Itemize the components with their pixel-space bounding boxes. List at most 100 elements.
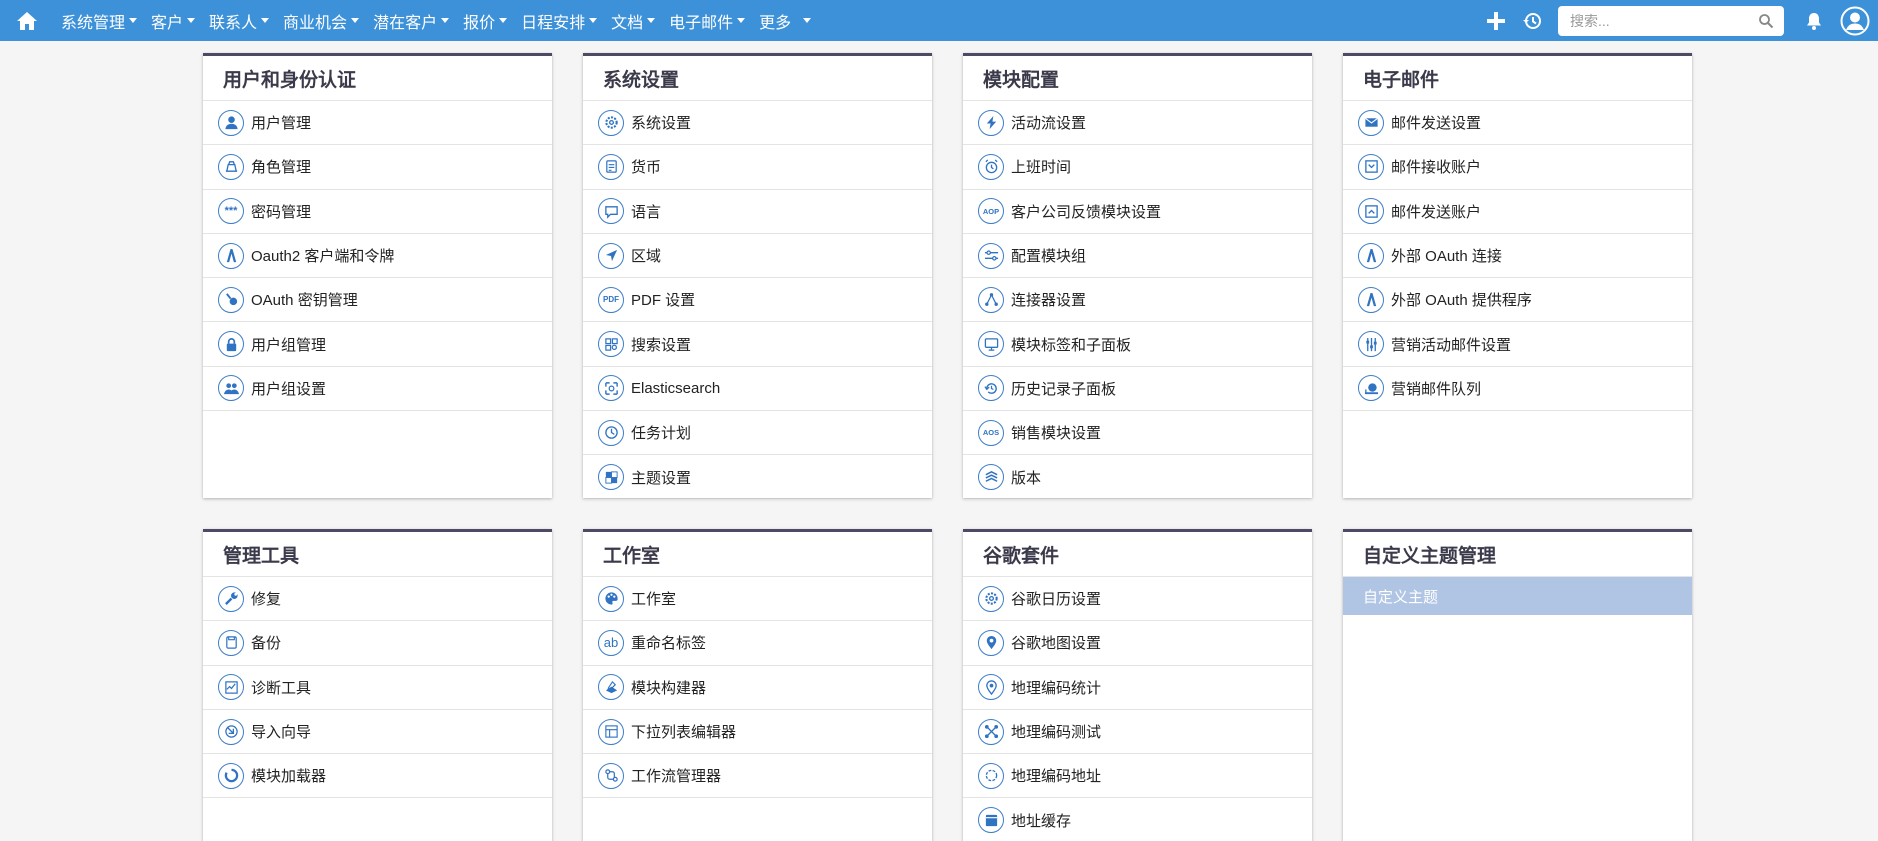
link-import-wizard[interactable]: 导入向导 <box>203 710 552 755</box>
nav-menu-more[interactable]: 更多 <box>752 0 818 41</box>
link-label: 历史记录子面板 <box>1011 380 1117 398</box>
link-languages[interactable]: 语言 <box>583 190 932 234</box>
link-business-hours[interactable]: 上班时间 <box>963 145 1312 190</box>
link-label: 货币 <box>631 159 662 177</box>
user-icon <box>218 109 244 136</box>
link-label: 地理编码地址 <box>1011 768 1102 786</box>
link-google-maps-settings[interactable]: 谷歌地图设置 <box>963 621 1312 666</box>
link-history-subpanel[interactable]: 历史记录子面板 <box>963 367 1312 412</box>
link-outbound-email[interactable]: 邮件发送账户 <box>1343 190 1692 234</box>
nav-menu-label: 客户 <box>151 14 184 32</box>
link-aos-settings[interactable]: AOS 销售模块设置 <box>963 411 1312 456</box>
link-security-group-management[interactable]: 用户组管理 <box>203 322 552 367</box>
nav-menu-emails[interactable]: 电子邮件 <box>662 0 752 41</box>
link-label: PDF 设置 <box>631 292 696 310</box>
link-security-group-settings[interactable]: 用户组设置 <box>203 367 552 412</box>
link-password-management[interactable]: *** 密码管理 <box>203 190 552 234</box>
user-profile-button[interactable] <box>1832 0 1878 41</box>
top-navigation-bar: 系统管理 客户 联系人 商业机会 潜在客户 报价 日程安排 文档 电子邮件 更多 <box>0 0 1878 41</box>
link-google-calendar-settings[interactable]: 谷歌日历设置 <box>963 577 1312 622</box>
link-backups[interactable]: 备份 <box>203 621 552 666</box>
nav-menu-accounts[interactable]: 客户 <box>144 0 202 41</box>
link-email-settings[interactable]: 邮件发送设置 <box>1343 101 1692 146</box>
search-icon[interactable] <box>1758 13 1774 29</box>
panel-system-settings: 系统设置 系统设置 货币 语言 区域 PDF PDF 设置 搜索设置 Elast… <box>583 53 932 500</box>
envelope-icon <box>1358 109 1384 136</box>
link-geocoding-stats[interactable]: 地理编码统计 <box>963 666 1312 710</box>
history-clock-icon <box>1523 12 1541 29</box>
link-module-tabs-subpanels[interactable]: 模块标签和子面板 <box>963 322 1312 367</box>
link-campaign-email-settings[interactable]: 营销活动邮件设置 <box>1343 322 1692 367</box>
link-label: 客户公司反馈模块设置 <box>1011 203 1162 221</box>
link-role-management[interactable]: 角色管理 <box>203 145 552 190</box>
link-label: 外部 OAuth 提供程序 <box>1391 292 1532 310</box>
link-module-builder[interactable]: 模块构建器 <box>583 666 932 710</box>
wrench-icon <box>218 585 244 612</box>
nav-menu-leads[interactable]: 潜在客户 <box>366 0 456 41</box>
link-workflow-manager[interactable]: 工作流管理器 <box>583 754 932 799</box>
link-label: Elasticsearch <box>631 379 721 397</box>
caret-down-icon <box>261 18 270 23</box>
link-scheduler[interactable]: 任务计划 <box>583 411 932 456</box>
link-diagnostic-tool[interactable]: 诊断工具 <box>203 666 552 710</box>
aop-icon: AOP <box>978 198 1004 225</box>
notifications-button[interactable] <box>1796 0 1832 41</box>
link-inbound-email[interactable]: 邮件接收账户 <box>1343 145 1692 190</box>
link-address-cache[interactable]: 地址缓存 <box>963 798 1312 841</box>
link-geocoding-test[interactable]: 地理编码测试 <box>963 710 1312 755</box>
link-connector-settings[interactable]: 连接器设置 <box>963 278 1312 323</box>
link-label: 连接器设置 <box>1011 292 1087 310</box>
link-oauth2-clients-tokens[interactable]: Oauth2 客户端和令牌 <box>203 234 552 279</box>
caret-down-icon <box>737 18 746 23</box>
nav-menu-quotes[interactable]: 报价 <box>456 0 514 41</box>
caret-down-icon <box>441 18 450 23</box>
link-external-oauth-providers[interactable]: 外部 OAuth 提供程序 <box>1343 278 1692 323</box>
panel-module-configuration: 模块配置 活动流设置 上班时间 AOP 客户公司反馈模块设置 配置模块组 连接器… <box>963 53 1312 500</box>
link-dropdown-editor[interactable]: 下拉列表编辑器 <box>583 710 932 755</box>
nav-menu-calendar[interactable]: 日程安排 <box>514 0 604 41</box>
create-button[interactable] <box>1478 0 1514 41</box>
link-label: 搜索设置 <box>631 336 692 354</box>
link-email-queue[interactable]: 营销邮件队列 <box>1343 367 1692 412</box>
link-label: 营销活动邮件设置 <box>1391 336 1512 354</box>
admin-panels-grid: 用户和身份认证 用户管理 角色管理 *** 密码管理 Oauth2 客户端和令牌… <box>203 53 1692 841</box>
nav-menu-system-admin[interactable]: 系统管理 <box>54 0 144 41</box>
link-label: 下拉列表编辑器 <box>631 724 737 742</box>
link-currencies[interactable]: 货币 <box>583 145 932 190</box>
link-aop-settings[interactable]: AOP 客户公司反馈模块设置 <box>963 190 1312 234</box>
link-pdf-settings[interactable]: PDF PDF 设置 <box>583 278 932 323</box>
link-configure-module-menu[interactable]: 配置模块组 <box>963 234 1312 279</box>
nav-menu-label: 更多 <box>759 14 792 32</box>
link-label: 上班时间 <box>1011 159 1072 177</box>
link-search-settings[interactable]: 搜索设置 <box>583 322 932 367</box>
lock-icon <box>218 331 244 358</box>
link-user-management[interactable]: 用户管理 <box>203 101 552 146</box>
link-elasticsearch[interactable]: Elasticsearch <box>583 367 932 412</box>
link-studio[interactable]: 工作室 <box>583 577 932 622</box>
nav-menu-opportunities[interactable]: 商业机会 <box>276 0 366 41</box>
lightning-icon <box>978 109 1004 136</box>
link-label: 导入向导 <box>251 724 312 742</box>
link-system-settings[interactable]: 系统设置 <box>583 101 932 146</box>
link-oauth-key-management[interactable]: OAuth 密钥管理 <box>203 278 552 323</box>
nav-menu-documents[interactable]: 文档 <box>604 0 662 41</box>
nav-menu-contacts[interactable]: 联系人 <box>202 0 276 41</box>
search-input[interactable] <box>1558 6 1748 35</box>
link-locale[interactable]: 区域 <box>583 234 932 279</box>
link-custom-theme[interactable]: 自定义主题 <box>1343 577 1692 615</box>
currency-icon <box>598 153 624 180</box>
link-releases[interactable]: 版本 <box>963 455 1312 500</box>
panel-admin-tools: 管理工具 修复 备份 诊断工具 导入向导 模块加载器 <box>203 529 552 841</box>
recently-viewed-button[interactable] <box>1514 0 1550 41</box>
link-theme-settings[interactable]: 主题设置 <box>583 455 932 500</box>
link-module-loader[interactable]: 模块加载器 <box>203 754 552 799</box>
link-activity-stream-settings[interactable]: 活动流设置 <box>963 101 1312 146</box>
link-external-oauth-connections[interactable]: 外部 OAuth 连接 <box>1343 234 1692 279</box>
link-rename-modules[interactable]: ab 重命名标签 <box>583 621 932 666</box>
link-label: 地址缓存 <box>1011 812 1072 830</box>
home-button[interactable] <box>0 0 54 41</box>
link-repair[interactable]: 修复 <box>203 577 552 622</box>
link-label: 模块构建器 <box>631 679 707 697</box>
alarm-clock-icon <box>978 153 1004 180</box>
link-geocode-addresses[interactable]: 地理编码地址 <box>963 754 1312 799</box>
